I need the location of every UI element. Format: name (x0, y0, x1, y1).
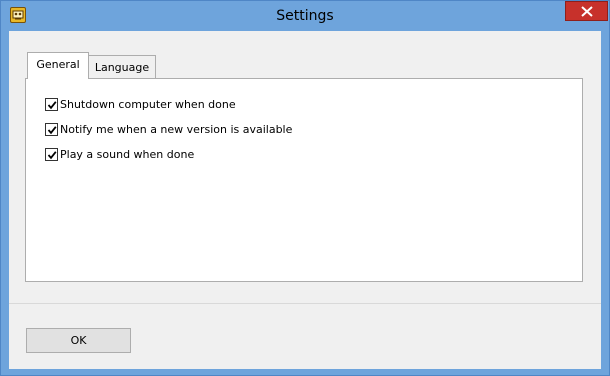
title-bar[interactable]: Settings (1, 1, 609, 31)
play-sound-checkbox[interactable] (45, 147, 58, 161)
footer-divider (9, 303, 601, 304)
tab-language[interactable]: Language (89, 55, 156, 78)
checkmark-icon (47, 125, 57, 134)
notify-update-checkbox[interactable] (45, 122, 58, 136)
shutdown-checkbox[interactable] (45, 97, 58, 111)
close-button[interactable] (565, 1, 608, 21)
settings-window: Settings General Language Shutdown compu… (0, 0, 610, 376)
option-notify-update[interactable]: Notify me when a new version is availabl… (45, 122, 292, 136)
tab-general[interactable]: General (27, 52, 89, 79)
notify-update-label: Notify me when a new version is availabl… (60, 122, 293, 136)
checkmark-icon (47, 150, 57, 159)
play-sound-label: Play a sound when done (60, 147, 195, 161)
ok-button[interactable]: OK (26, 328, 131, 353)
option-shutdown[interactable]: Shutdown computer when done (45, 97, 236, 111)
shutdown-label: Shutdown computer when done (60, 97, 236, 111)
dialog-body: General Language Shutdown computer when … (9, 31, 601, 369)
checkmark-icon (47, 100, 57, 109)
option-play-sound[interactable]: Play a sound when done (45, 147, 194, 161)
close-icon (581, 6, 593, 17)
window-title: Settings (276, 8, 334, 24)
